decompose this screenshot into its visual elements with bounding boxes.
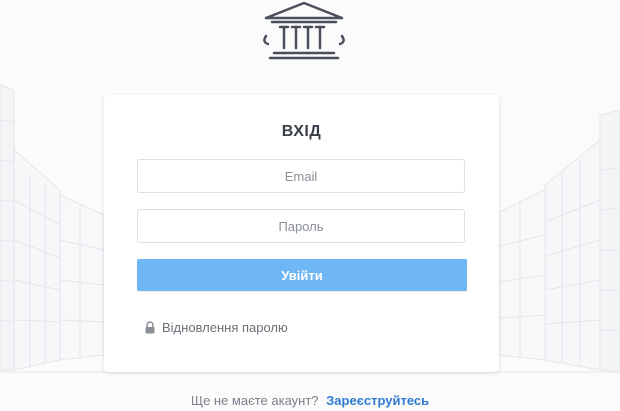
lock-icon xyxy=(145,321,155,334)
signup-question: Ще не маєте акаунт? xyxy=(190,393,319,408)
login-page: ВХІД Увійти Відновлення паролю Ще не має… xyxy=(0,0,620,411)
signup-link[interactable]: Зареєструйтесь xyxy=(326,393,429,408)
password-recovery-link[interactable]: Відновлення паролю xyxy=(144,320,288,335)
login-card: ВХІД Увійти Відновлення паролю xyxy=(104,95,499,372)
login-button[interactable]: Увійти xyxy=(137,259,467,291)
login-title: ВХІД xyxy=(281,123,322,140)
institution-columns-icon xyxy=(263,1,345,60)
signup-prompt: Ще не маєте акаунт? Зареєструйтесь xyxy=(0,393,620,408)
email-field[interactable] xyxy=(137,159,465,193)
password-recovery-label: Відновлення паролю xyxy=(162,320,288,335)
password-field[interactable] xyxy=(137,209,465,243)
